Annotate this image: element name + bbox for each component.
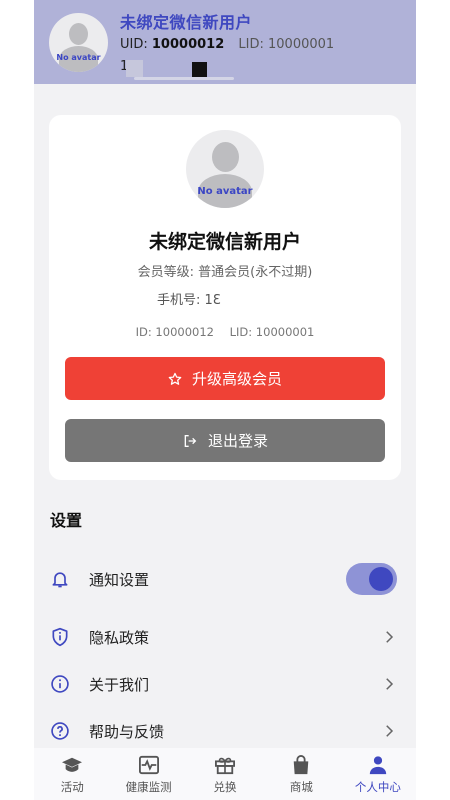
redaction-block xyxy=(126,60,143,77)
settings-item-notifications[interactable]: 通知设置 xyxy=(34,556,416,602)
notifications-toggle[interactable] xyxy=(346,563,397,595)
header-username: 未绑定微信新用户 xyxy=(120,13,253,32)
star-icon xyxy=(168,372,182,386)
person-icon xyxy=(366,754,390,776)
uid-value: 10000012 xyxy=(151,37,225,52)
uid-label: UID: xyxy=(120,37,148,52)
chevron-right-icon xyxy=(386,631,394,643)
upgrade-vip-button[interactable]: 升级高级会员 xyxy=(65,357,385,400)
avatar-head-shape xyxy=(212,142,239,172)
header-ids: UID: 10000012 LID: 10000001 xyxy=(120,37,334,52)
info-icon xyxy=(49,673,71,695)
tab-health[interactable]: 健康监测 xyxy=(110,748,186,800)
upgrade-label: 升级高级会员 xyxy=(191,370,282,388)
help-icon xyxy=(49,720,71,742)
lid-value: LID: 10000001 xyxy=(238,37,335,52)
tab-label: 活动 xyxy=(60,780,84,794)
avatar-head-shape xyxy=(69,23,88,45)
phone-screen: No avatar 未绑定微信新用户 UID: 10000012 LID: 10… xyxy=(34,0,416,800)
tab-activity[interactable]: 活动 xyxy=(34,748,110,800)
chevron-right-icon xyxy=(386,725,394,737)
header-avatar-text: No avatar xyxy=(56,53,101,62)
settings-title: 设置 xyxy=(50,511,83,530)
settings-item-privacy[interactable]: 隐私政策 xyxy=(34,614,416,660)
logout-icon xyxy=(182,433,198,449)
tab-shop[interactable]: 商城 xyxy=(263,748,339,800)
card-username: 未绑定微信新用户 xyxy=(148,231,301,253)
card-ids: ID: 10000012 LID: 10000001 xyxy=(49,325,401,339)
bottom-nav: 活动 健康监测 兑换 商城 个人中心 xyxy=(34,748,416,800)
member-level: 会员等级: 普通会员(永不过期) xyxy=(137,265,313,280)
bell-icon xyxy=(49,568,71,590)
graduation-cap-icon xyxy=(60,754,84,776)
tab-label: 个人中心 xyxy=(354,780,401,794)
gift-icon xyxy=(213,754,237,776)
shopping-bag-icon xyxy=(289,754,313,776)
profile-card: No avatar 未绑定微信新用户 会员等级: 普通会员(永不过期) 手机号:… xyxy=(49,115,401,480)
chevron-right-icon xyxy=(386,678,394,690)
redaction-block xyxy=(192,62,207,77)
settings-item-label: 关于我们 xyxy=(89,676,150,694)
settings-item-label: 隐私政策 xyxy=(89,629,150,647)
card-id: ID: 10000012 xyxy=(135,325,214,339)
settings-item-label: 通知设置 xyxy=(89,571,150,589)
card-avatar-text: No avatar xyxy=(197,186,253,197)
card-avatar[interactable]: No avatar xyxy=(186,130,264,208)
heart-rate-icon xyxy=(137,754,161,776)
tab-label: 兑换 xyxy=(213,780,237,794)
profile-header: No avatar 未绑定微信新用户 UID: 10000012 LID: 10… xyxy=(34,0,416,84)
tab-label: 健康监测 xyxy=(125,780,172,794)
tab-profile[interactable]: 个人中心 xyxy=(340,748,416,800)
redaction-stroke xyxy=(134,77,234,80)
logout-label: 退出登录 xyxy=(207,432,268,450)
tab-label: 商城 xyxy=(289,780,313,794)
card-phone: 手机号: 1Ɛ xyxy=(157,293,221,308)
settings-item-label: 帮助与反馈 xyxy=(89,723,165,741)
logout-button[interactable]: 退出登录 xyxy=(65,419,385,462)
card-lid: LID: 10000001 xyxy=(229,325,315,339)
header-avatar[interactable]: No avatar xyxy=(49,13,108,72)
settings-item-about[interactable]: 关于我们 xyxy=(34,661,416,707)
toggle-knob xyxy=(369,567,393,591)
tab-redeem[interactable]: 兑换 xyxy=(187,748,263,800)
shield-info-icon xyxy=(49,626,71,648)
